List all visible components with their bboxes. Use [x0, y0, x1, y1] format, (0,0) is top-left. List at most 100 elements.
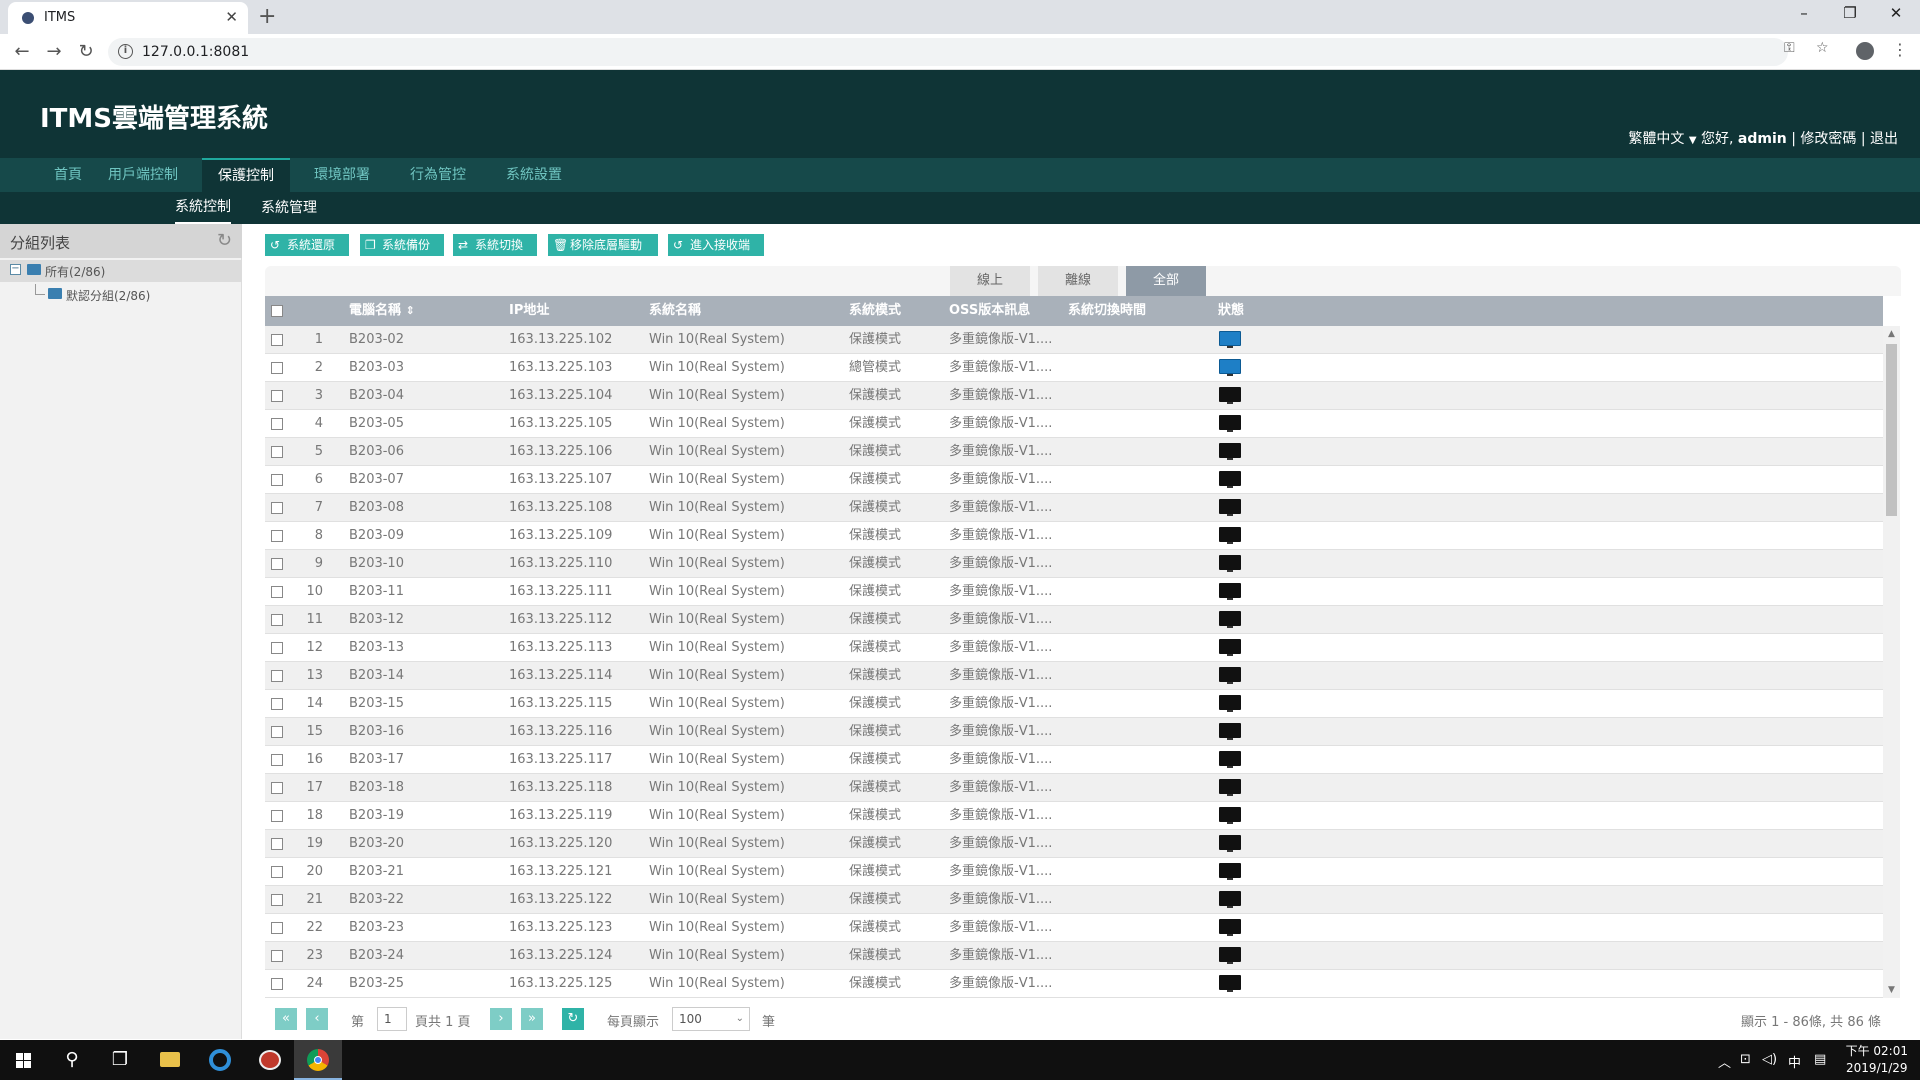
table-row[interactable]: 11 B203-12 163.13.225.112 Win 10(Real Syste…	[265, 606, 1883, 634]
row-checkbox[interactable]	[271, 950, 283, 962]
row-checkbox[interactable]	[271, 726, 283, 738]
filter-offline-tab[interactable]: 離線	[1038, 266, 1118, 296]
url-field[interactable]: i 127.0.0.1:8081	[108, 38, 1788, 66]
nav-environment-deploy[interactable]: 環境部署	[298, 158, 386, 192]
first-page-button[interactable]: «	[275, 1008, 297, 1030]
info-icon[interactable]: i	[118, 44, 133, 59]
table-row[interactable]: 18 B203-19 163.13.225.119 Win 10(Real Syste…	[265, 802, 1883, 830]
browser-menu-icon[interactable]: ⋮	[1892, 40, 1908, 59]
table-row[interactable]: 19 B203-20 163.13.225.120 Win 10(Real Syste…	[265, 830, 1883, 858]
nav-protection-control[interactable]: 保護控制	[202, 158, 290, 192]
row-checkbox[interactable]	[271, 446, 283, 458]
chrome-button[interactable]	[294, 1040, 342, 1080]
tab-close-icon[interactable]: ✕	[225, 8, 238, 26]
nav-behavior-control[interactable]: 行為管控	[394, 158, 482, 192]
table-row[interactable]: 14 B203-15 163.13.225.115 Win 10(Real Syste…	[265, 690, 1883, 718]
per-page-select[interactable]: 100 ⌄	[672, 1007, 750, 1031]
table-row[interactable]: 21 B203-22 163.13.225.122 Win 10(Real Syste…	[265, 886, 1883, 914]
row-checkbox[interactable]	[271, 894, 283, 906]
table-row[interactable]: 12 B203-13 163.13.225.113 Win 10(Real Syste…	[265, 634, 1883, 662]
row-checkbox[interactable]	[271, 586, 283, 598]
volume-icon[interactable]: ◁)	[1762, 1052, 1777, 1067]
forward-button[interactable]: →	[42, 41, 66, 62]
task-view-button[interactable]: ❐	[96, 1040, 144, 1080]
edge-browser-button[interactable]	[196, 1040, 244, 1080]
scroll-up-button[interactable]: ▲	[1883, 326, 1900, 342]
filter-online-tab[interactable]: 線上	[950, 266, 1030, 296]
nav-home[interactable]: 首頁	[38, 158, 98, 192]
notification-icon[interactable]: ▤	[1814, 1052, 1826, 1067]
back-button[interactable]: ←	[10, 41, 34, 62]
table-row[interactable]: 10 B203-11 163.13.225.111 Win 10(Real Syste…	[265, 578, 1883, 606]
sort-icon[interactable]: ⇕	[406, 304, 415, 317]
col-computer-name[interactable]: 電腦名稱 ⇕	[349, 296, 415, 326]
row-checkbox[interactable]	[271, 390, 283, 402]
row-checkbox[interactable]	[271, 698, 283, 710]
table-row[interactable]: 2 B203-03 163.13.225.103 Win 10(Real System…	[265, 354, 1883, 382]
taskbar-clock[interactable]: 下午 02:01 2019/1/29	[1846, 1043, 1908, 1077]
restore-button[interactable]: ❐	[1830, 4, 1870, 22]
table-scrollbar[interactable]: ▲ ▼	[1883, 326, 1900, 998]
system-restore-button[interactable]: ↺ 系統還原	[265, 234, 349, 256]
prev-page-button[interactable]: ‹	[306, 1008, 328, 1030]
app-button[interactable]	[246, 1040, 294, 1080]
table-row[interactable]: 5 B203-06 163.13.225.106 Win 10(Real System…	[265, 438, 1883, 466]
scroll-down-button[interactable]: ▼	[1883, 982, 1900, 998]
remove-driver-button[interactable]: 🗑 移除底層驅動	[548, 234, 658, 256]
tree-item-all[interactable]: − 所有(2/86)	[0, 260, 242, 282]
row-checkbox[interactable]	[271, 922, 283, 934]
tree-item-default-group[interactable]: 默認分組(2/86)	[0, 284, 242, 306]
table-row[interactable]: 20 B203-21 163.13.225.121 Win 10(Real Syste…	[265, 858, 1883, 886]
row-checkbox[interactable]	[271, 474, 283, 486]
ime-indicator[interactable]: 中	[1788, 1052, 1801, 1071]
row-checkbox[interactable]	[271, 978, 283, 990]
network-icon[interactable]: ⊡	[1740, 1052, 1751, 1067]
table-row[interactable]: 16 B203-17 163.13.225.117 Win 10(Real Syste…	[265, 746, 1883, 774]
system-switch-button[interactable]: ⇄ 系統切換	[453, 234, 537, 256]
search-button[interactable]: ⚲	[48, 1040, 96, 1080]
subnav-system-control[interactable]: 系統控制	[175, 192, 231, 224]
row-checkbox[interactable]	[271, 670, 283, 682]
table-row[interactable]: 23 B203-24 163.13.225.124 Win 10(Real Syste…	[265, 942, 1883, 970]
nav-system-settings[interactable]: 系統設置	[490, 158, 578, 192]
scroll-thumb[interactable]	[1886, 344, 1897, 516]
row-checkbox[interactable]	[271, 502, 283, 514]
pager-refresh-button[interactable]: ↻	[562, 1008, 584, 1030]
profile-avatar[interactable]	[1856, 42, 1874, 60]
change-password-link[interactable]: 修改密碼	[1800, 131, 1856, 147]
browser-tab[interactable]: ITMS ✕	[8, 2, 248, 34]
table-row[interactable]: 15 B203-16 163.13.225.116 Win 10(Real Syste…	[265, 718, 1883, 746]
row-checkbox[interactable]	[271, 362, 283, 374]
reload-button[interactable]: ↻	[74, 41, 98, 62]
row-checkbox[interactable]	[271, 838, 283, 850]
row-checkbox[interactable]	[271, 866, 283, 878]
table-row[interactable]: 17 B203-18 163.13.225.118 Win 10(Real Syste…	[265, 774, 1883, 802]
row-checkbox[interactable]	[271, 642, 283, 654]
window-close-button[interactable]: ✕	[1876, 4, 1916, 22]
file-explorer-button[interactable]	[146, 1040, 194, 1080]
row-checkbox[interactable]	[271, 530, 283, 542]
next-page-button[interactable]: ›	[490, 1008, 512, 1030]
new-tab-button[interactable]: +	[258, 4, 276, 29]
table-row[interactable]: 3 B203-04 163.13.225.104 Win 10(Real System…	[265, 382, 1883, 410]
table-row[interactable]: 24 B203-25 163.13.225.125 Win 10(Real Syste…	[265, 970, 1883, 998]
table-row[interactable]: 9 B203-10 163.13.225.110 Win 10(Real System…	[265, 550, 1883, 578]
row-checkbox[interactable]	[271, 782, 283, 794]
password-key-icon[interactable]: ⚿	[1784, 40, 1795, 56]
language-select[interactable]: 繁體中文 ▼	[1628, 131, 1696, 147]
system-backup-button[interactable]: ❐ 系統備份	[360, 234, 444, 256]
refresh-icon[interactable]: ↻	[217, 230, 232, 251]
enter-receiver-button[interactable]: ↺ 進入接收端	[668, 234, 764, 256]
row-checkbox[interactable]	[271, 754, 283, 766]
table-row[interactable]: 13 B203-14 163.13.225.114 Win 10(Real Syste…	[265, 662, 1883, 690]
select-all-checkbox[interactable]	[271, 305, 283, 317]
row-checkbox[interactable]	[271, 810, 283, 822]
nav-client-control[interactable]: 用戶端控制	[92, 158, 194, 192]
table-row[interactable]: 7 B203-08 163.13.225.108 Win 10(Real System…	[265, 494, 1883, 522]
minimize-button[interactable]: –	[1784, 4, 1824, 22]
collapse-icon[interactable]: −	[10, 264, 21, 275]
table-row[interactable]: 6 B203-07 163.13.225.107 Win 10(Real System…	[265, 466, 1883, 494]
filter-all-tab[interactable]: 全部	[1126, 266, 1206, 296]
logout-link[interactable]: 退出	[1870, 131, 1898, 147]
start-button[interactable]	[0, 1040, 48, 1080]
